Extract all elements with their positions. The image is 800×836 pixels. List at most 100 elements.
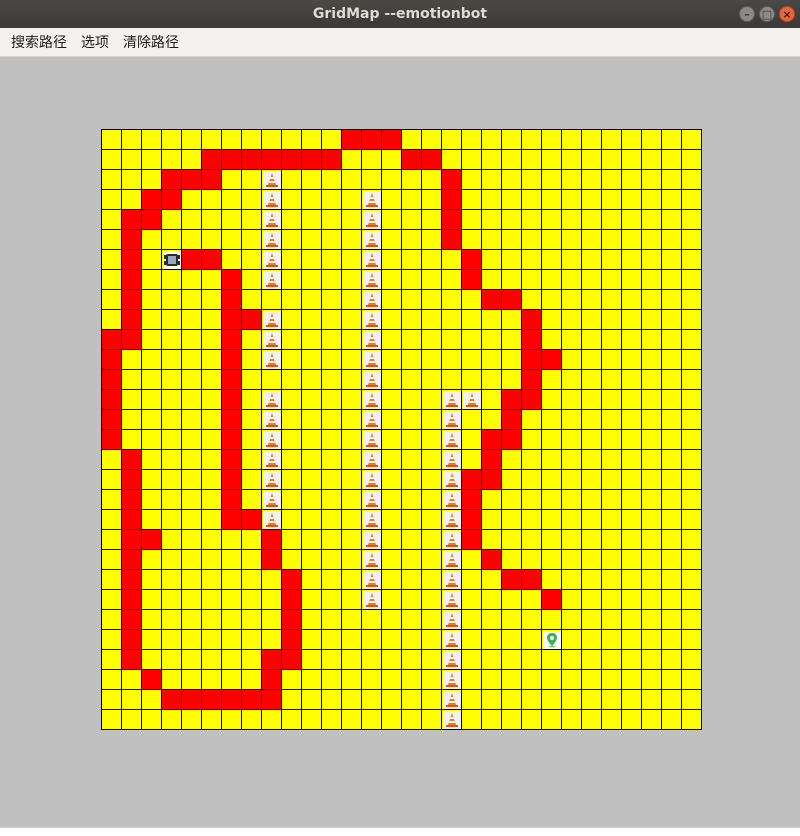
grid-cell-free[interactable] xyxy=(562,610,582,630)
grid-cell-free[interactable] xyxy=(562,330,582,350)
grid-cell-free[interactable] xyxy=(562,510,582,530)
grid-cell-free[interactable] xyxy=(142,630,162,650)
grid-cell-free[interactable] xyxy=(422,270,442,290)
grid-cell-free[interactable] xyxy=(282,310,302,330)
close-icon[interactable]: × xyxy=(779,6,795,22)
grid-cell-free[interactable] xyxy=(162,510,182,530)
grid-cell-free[interactable] xyxy=(602,650,622,670)
grid-cell-free[interactable] xyxy=(402,470,422,490)
grid-cell-free[interactable] xyxy=(102,570,122,590)
grid-cell-free[interactable] xyxy=(482,190,502,210)
grid-cell-free[interactable] xyxy=(682,390,702,410)
grid-cell-free[interactable] xyxy=(462,150,482,170)
grid-cell-free[interactable] xyxy=(282,230,302,250)
grid-cell-free[interactable] xyxy=(462,570,482,590)
grid-cell-free[interactable] xyxy=(582,170,602,190)
grid-cell-free[interactable] xyxy=(662,490,682,510)
grid-cell-free[interactable] xyxy=(342,150,362,170)
grid-cell-free[interactable] xyxy=(682,130,702,150)
grid-cell-path[interactable] xyxy=(542,590,562,610)
grid-cell-path[interactable] xyxy=(402,150,422,170)
grid-cell-obstacle[interactable] xyxy=(442,430,462,450)
grid-cell-path[interactable] xyxy=(442,190,462,210)
grid-cell-free[interactable] xyxy=(302,430,322,450)
grid-cell-free[interactable] xyxy=(562,670,582,690)
grid-cell-free[interactable] xyxy=(322,550,342,570)
grid-cell-path[interactable] xyxy=(522,330,542,350)
grid-cell-free[interactable] xyxy=(442,250,462,270)
grid-cell-free[interactable] xyxy=(402,550,422,570)
grid-cell-free[interactable] xyxy=(422,310,442,330)
grid-cell-path[interactable] xyxy=(122,270,142,290)
grid-cell-free[interactable] xyxy=(102,310,122,330)
grid-cell-free[interactable] xyxy=(562,550,582,570)
grid-cell-free[interactable] xyxy=(142,450,162,470)
grid-cell-free[interactable] xyxy=(122,710,142,730)
grid-cell-free[interactable] xyxy=(322,590,342,610)
grid-cell-free[interactable] xyxy=(242,270,262,290)
grid-cell-path[interactable] xyxy=(142,190,162,210)
grid-cell-free[interactable] xyxy=(662,130,682,150)
grid-cell-free[interactable] xyxy=(382,710,402,730)
grid-cell-free[interactable] xyxy=(282,270,302,290)
grid-cell-obstacle[interactable] xyxy=(362,210,382,230)
grid-cell-free[interactable] xyxy=(582,610,602,630)
grid-cell-free[interactable] xyxy=(582,570,602,590)
grid-cell-free[interactable] xyxy=(242,170,262,190)
grid-cell-free[interactable] xyxy=(342,710,362,730)
grid-cell-free[interactable] xyxy=(462,230,482,250)
grid-cell-free[interactable] xyxy=(422,490,442,510)
grid-cell-free[interactable] xyxy=(562,530,582,550)
grid-cell-free[interactable] xyxy=(222,550,242,570)
grid-cell-free[interactable] xyxy=(502,170,522,190)
grid-cell-path[interactable] xyxy=(222,490,242,510)
grid-cell-free[interactable] xyxy=(642,270,662,290)
grid-cell-free[interactable] xyxy=(622,170,642,190)
grid-cell-free[interactable] xyxy=(122,410,142,430)
grid-cell-free[interactable] xyxy=(402,590,422,610)
grid-cell-free[interactable] xyxy=(102,190,122,210)
grid-cell-free[interactable] xyxy=(602,410,622,430)
grid-cell-free[interactable] xyxy=(422,470,442,490)
grid-cell-free[interactable] xyxy=(562,270,582,290)
grid-cell-free[interactable] xyxy=(162,570,182,590)
grid-cell-free[interactable] xyxy=(462,670,482,690)
grid-cell-free[interactable] xyxy=(642,370,662,390)
grid-cell-free[interactable] xyxy=(682,590,702,610)
grid-cell-free[interactable] xyxy=(122,130,142,150)
grid-cell-free[interactable] xyxy=(562,570,582,590)
grid-cell-obstacle[interactable] xyxy=(362,270,382,290)
grid-cell-obstacle[interactable] xyxy=(262,170,282,190)
grid-cell-obstacle[interactable] xyxy=(362,510,382,530)
grid-cell-free[interactable] xyxy=(122,370,142,390)
grid-cell-free[interactable] xyxy=(342,590,362,610)
grid-cell-free[interactable] xyxy=(642,450,662,470)
grid-cell-free[interactable] xyxy=(482,710,502,730)
grid-cell-free[interactable] xyxy=(382,550,402,570)
grid-cell-free[interactable] xyxy=(542,370,562,390)
grid-cell-free[interactable] xyxy=(202,410,222,430)
grid-cell-free[interactable] xyxy=(302,250,322,270)
grid-cell-path[interactable] xyxy=(102,430,122,450)
grid-cell-free[interactable] xyxy=(242,350,262,370)
grid-cell-free[interactable] xyxy=(242,530,262,550)
grid-cell-free[interactable] xyxy=(382,230,402,250)
grid-cell-free[interactable] xyxy=(522,510,542,530)
grid-cell-free[interactable] xyxy=(442,150,462,170)
grid-cell-free[interactable] xyxy=(242,250,262,270)
grid-cell-free[interactable] xyxy=(422,530,442,550)
grid-cell-free[interactable] xyxy=(462,210,482,230)
grid-cell-free[interactable] xyxy=(462,430,482,450)
grid-cell-free[interactable] xyxy=(662,150,682,170)
grid-cell-obstacle[interactable] xyxy=(262,430,282,450)
grid-cell-free[interactable] xyxy=(482,410,502,430)
grid-cell-free[interactable] xyxy=(582,310,602,330)
grid-cell-obstacle[interactable] xyxy=(442,630,462,650)
grid-cell-free[interactable] xyxy=(322,390,342,410)
grid-cell-free[interactable] xyxy=(282,170,302,190)
grid-cell-path[interactable] xyxy=(222,690,242,710)
grid-cell-free[interactable] xyxy=(622,130,642,150)
grid-cell-path[interactable] xyxy=(222,330,242,350)
grid-cell-free[interactable] xyxy=(282,670,302,690)
grid-cell-free[interactable] xyxy=(182,550,202,570)
